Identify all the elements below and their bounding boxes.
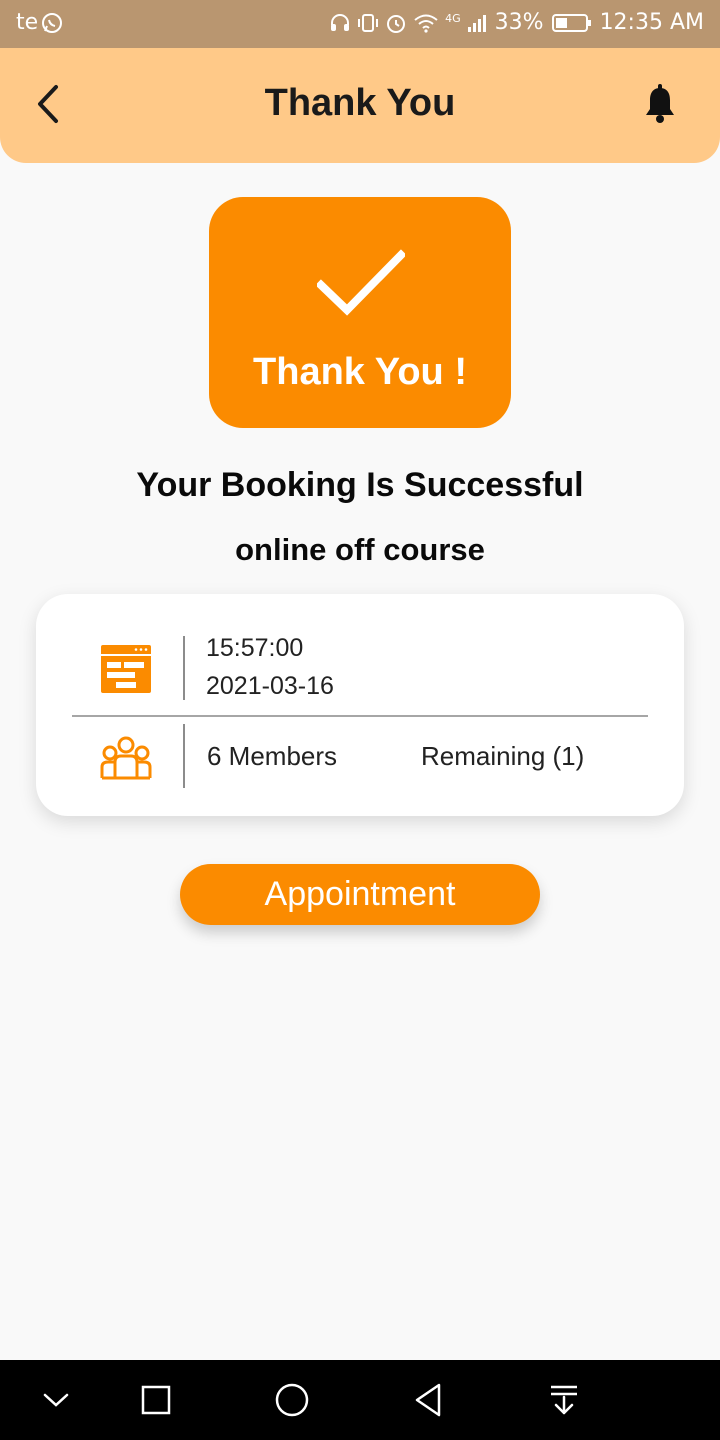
- status-right: 4G 33% 12:35 AM: [329, 10, 704, 35]
- vibrate-icon: [357, 12, 379, 34]
- back-icon[interactable]: [408, 1380, 448, 1420]
- battery-percent: 33%: [494, 10, 544, 35]
- success-card: Thank You !: [209, 197, 511, 428]
- members-count: 6 Members: [207, 741, 338, 771]
- booking-time: 15:57:00: [206, 634, 304, 662]
- bell-icon: [643, 83, 677, 129]
- carrier-label: te: [16, 10, 39, 35]
- alarm-icon: [385, 12, 407, 34]
- check-icon: [315, 247, 407, 324]
- row-divider: [72, 715, 648, 717]
- headset-icon: [329, 12, 351, 34]
- booking-date: 2021-03-16: [206, 672, 334, 700]
- status-icons: 4G: [329, 12, 487, 34]
- status-left: te: [16, 10, 64, 35]
- wifi-icon: [413, 12, 439, 34]
- remaining-count: Remaining (1): [421, 741, 585, 771]
- course-name: online off course: [235, 532, 485, 567]
- signal-icon: [467, 12, 487, 34]
- divider-vertical: [183, 636, 185, 700]
- booking-details-card: 15:57:00 2021-03-16 6 Members Remaining …: [36, 594, 684, 816]
- battery-icon: [551, 12, 592, 34]
- system-nav-bar: [0, 1360, 720, 1440]
- collapse-icon[interactable]: [36, 1380, 76, 1420]
- home-icon[interactable]: [272, 1380, 312, 1420]
- app-header: Thank You: [0, 48, 720, 163]
- success-heading: Your Booking Is Successful: [136, 466, 584, 504]
- schedule-icon: [100, 644, 152, 699]
- network-type: 4G: [445, 11, 461, 25]
- notifications-button[interactable]: [638, 82, 682, 130]
- recents-icon[interactable]: [136, 1380, 176, 1420]
- whatsapp-icon: [40, 11, 64, 35]
- appointment-button[interactable]: Appointment: [180, 864, 540, 925]
- page-title: Thank You: [264, 82, 456, 124]
- clock: 12:35 AM: [599, 10, 704, 35]
- status-bar: te 4G 33% 12:35 AM: [0, 0, 720, 48]
- group-icon: [100, 736, 152, 785]
- divider-vertical: [183, 724, 185, 788]
- success-label: Thank You !: [253, 351, 467, 393]
- notifications-pull-icon[interactable]: [544, 1380, 584, 1420]
